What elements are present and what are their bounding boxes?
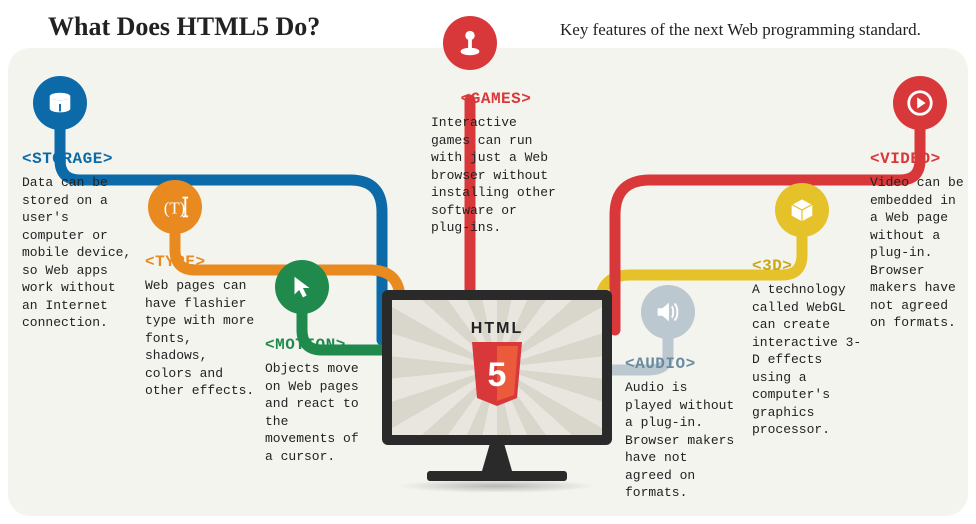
- svg-text:(T): (T): [164, 199, 186, 218]
- type-desc: Web pages can have flashier type with mo…: [145, 277, 255, 400]
- feature-type: <TYPE> Web pages can have flashier type …: [145, 253, 255, 400]
- three-d-desc: A technology called WebGL can create int…: [752, 281, 862, 439]
- speaker-icon: [641, 285, 695, 339]
- games-tag: <GAMES>: [431, 90, 561, 108]
- storage-tag: <STORAGE>: [22, 150, 137, 168]
- games-desc: Interactive games can run with just a We…: [431, 114, 561, 237]
- page-subtitle: Key features of the next Web programming…: [560, 20, 921, 40]
- feature-storage: <STORAGE> Data can be stored on a user's…: [22, 150, 137, 332]
- feature-3d: <3D> A technology called WebGL can creat…: [752, 257, 862, 439]
- page-title: What Does HTML5 Do?: [48, 12, 320, 42]
- html5-monitor: HTML 5: [382, 290, 612, 490]
- monitor-shadow: [397, 479, 597, 493]
- cube-icon: [775, 183, 829, 237]
- play-icon: [893, 76, 947, 130]
- monitor-stand: [472, 445, 522, 471]
- feature-games: <GAMES> Interactive games can run with j…: [431, 90, 561, 237]
- video-tag: <VIDEO>: [870, 150, 965, 168]
- feature-video: <VIDEO> Video can be embedded in a Web p…: [870, 150, 965, 332]
- three-d-tag: <3D>: [752, 257, 862, 275]
- html5-text-label: HTML: [466, 320, 528, 338]
- feature-motion: <MOTION> Objects move on Web pages and r…: [265, 336, 365, 465]
- joystick-icon: [443, 16, 497, 70]
- type-tag: <TYPE>: [145, 253, 255, 271]
- html5-shield-icon: 5: [466, 340, 528, 410]
- disk-icon: [33, 76, 87, 130]
- audio-desc: Audio is played without a plug-in. Brows…: [625, 379, 740, 502]
- motion-tag: <MOTION>: [265, 336, 365, 354]
- shield-number: 5: [488, 356, 507, 394]
- storage-desc: Data can be stored on a user's computer …: [22, 174, 137, 332]
- feature-audio: <AUDIO> Audio is played without a plug-i…: [625, 355, 740, 502]
- motion-desc: Objects move on Web pages and react to t…: [265, 360, 365, 465]
- text-cursor-icon: (T): [148, 180, 202, 234]
- monitor-screen: HTML 5: [382, 290, 612, 445]
- video-desc: Video can be embedded in a Web page with…: [870, 174, 965, 332]
- cursor-icon: [275, 260, 329, 314]
- audio-tag: <AUDIO>: [625, 355, 740, 373]
